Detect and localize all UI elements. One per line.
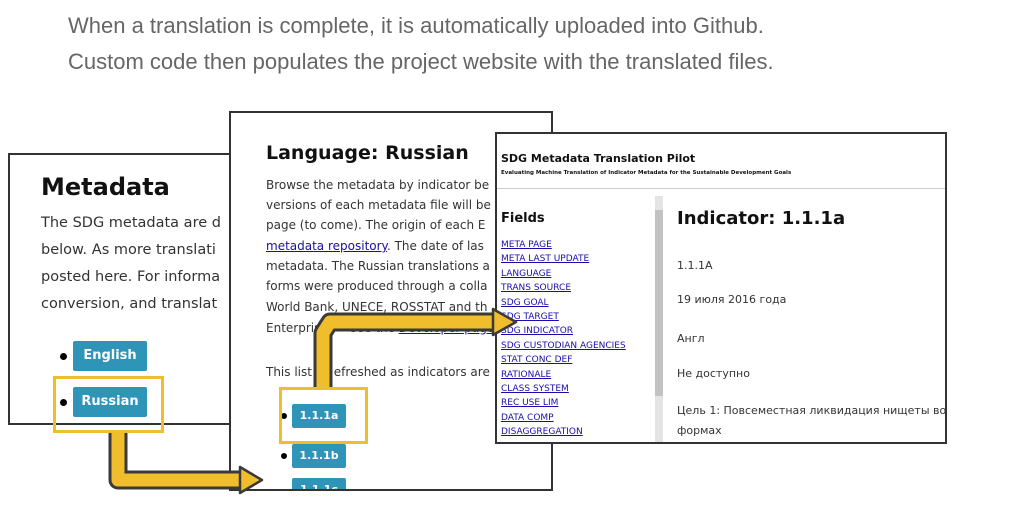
field-link[interactable]: META LAST UPDATE bbox=[501, 252, 651, 266]
indicator-title: Indicator: 1.1.1a bbox=[677, 208, 846, 229]
field-link[interactable]: SDG CUSTODIAN AGENCIES bbox=[501, 339, 651, 353]
metadata-title: Metadata bbox=[41, 173, 170, 201]
metadata-line: conversion, and translat bbox=[41, 296, 218, 312]
pilot-panel: SDG Metadata Translation Pilot Evaluatin… bbox=[495, 132, 947, 444]
language-line: versions of each metadata file will be bbox=[266, 198, 491, 212]
field-link[interactable]: SDG GOAL bbox=[501, 296, 651, 310]
fields-scrollbar[interactable] bbox=[655, 196, 663, 442]
field-link[interactable]: DATA COMP bbox=[501, 411, 651, 425]
indicator-highlight-box bbox=[279, 387, 368, 444]
language-line: Browse the metadata by indicator be bbox=[266, 178, 490, 192]
list-line: This list efreshed as indicators are bbox=[266, 365, 490, 379]
indicator-button-1-1-1c[interactable]: 1.1.1c bbox=[292, 478, 346, 489]
value-line: Не доступно bbox=[677, 367, 750, 380]
language-line: metadata. The Russian translations a bbox=[266, 259, 490, 273]
field-link[interactable]: DISAGGREGATION bbox=[501, 425, 651, 439]
caption-line-2: Custom code then populates the project w… bbox=[68, 49, 774, 74]
repo-line-rest: . The date of las bbox=[386, 239, 484, 253]
fields-heading: Fields bbox=[501, 211, 545, 226]
field-link[interactable]: STAT CONC DEF bbox=[501, 353, 651, 367]
header-divider bbox=[497, 188, 945, 189]
value-line: Цель 1: Повсеместная ликвидация нищеты в… bbox=[677, 404, 947, 417]
value-line: формах bbox=[677, 424, 722, 437]
metadata-line: posted here. For informa bbox=[41, 269, 221, 285]
field-link[interactable]: CLASS SYSTEM bbox=[501, 382, 651, 396]
repo-link-line: metadata repository. The date of las bbox=[266, 239, 484, 253]
list-line-post: efreshed as indicators are bbox=[333, 365, 490, 379]
language-title: Language: Russian bbox=[266, 142, 469, 164]
field-link[interactable]: TRANS SOURCE bbox=[501, 281, 651, 295]
language-line: World Bank, UNECE, ROSSTAT and th bbox=[266, 300, 488, 314]
metadata-line: below. As more translati bbox=[41, 242, 216, 258]
scrollbar-thumb[interactable] bbox=[655, 210, 663, 396]
arrow-russian-to-language-icon bbox=[108, 433, 242, 490]
list-line-pre: This list bbox=[266, 365, 316, 379]
site-subtitle: Evaluating Machine Translation of Indica… bbox=[501, 170, 792, 176]
enterprise-pre: Enterpris bbox=[266, 321, 321, 335]
bullet bbox=[281, 453, 287, 459]
fields-list: META PAGE META LAST UPDATE LANGUAGE TRANS S… bbox=[501, 238, 651, 440]
value-line: 1.1.1A bbox=[677, 259, 713, 272]
site-title: SDG Metadata Translation Pilot bbox=[501, 152, 696, 165]
metadata-repository-link[interactable]: metadata repository bbox=[266, 239, 387, 253]
developer-page-link[interactable]: Developer page bbox=[399, 321, 495, 335]
enterprise-line: Enterprissee the Developer page. bbox=[266, 321, 498, 335]
field-link[interactable]: SDG INDICATOR bbox=[501, 324, 651, 338]
field-link[interactable]: LANGUAGE bbox=[501, 267, 651, 281]
value-line: 19 июля 2016 года bbox=[677, 293, 787, 306]
russian-highlight-box bbox=[53, 376, 164, 433]
field-link[interactable]: RATIONALE bbox=[501, 368, 651, 382]
bullet bbox=[60, 353, 67, 360]
caption-line-1: When a translation is complete, it is au… bbox=[68, 13, 764, 38]
field-link[interactable]: REC USE LIM bbox=[501, 396, 651, 410]
english-button[interactable]: English bbox=[73, 341, 147, 371]
language-line: page (to come). The origin of each E bbox=[266, 218, 486, 232]
enterprise-mid: see the bbox=[350, 321, 399, 335]
field-link[interactable]: SDG TARGET bbox=[501, 310, 651, 324]
value-line: Англ bbox=[677, 332, 705, 345]
metadata-line: The SDG metadata are d bbox=[41, 215, 221, 231]
language-line: forms were produced through a colla bbox=[266, 279, 488, 293]
field-link[interactable]: META PAGE bbox=[501, 238, 651, 252]
indicator-button-1-1-1b[interactable]: 1.1.1b bbox=[292, 444, 346, 468]
